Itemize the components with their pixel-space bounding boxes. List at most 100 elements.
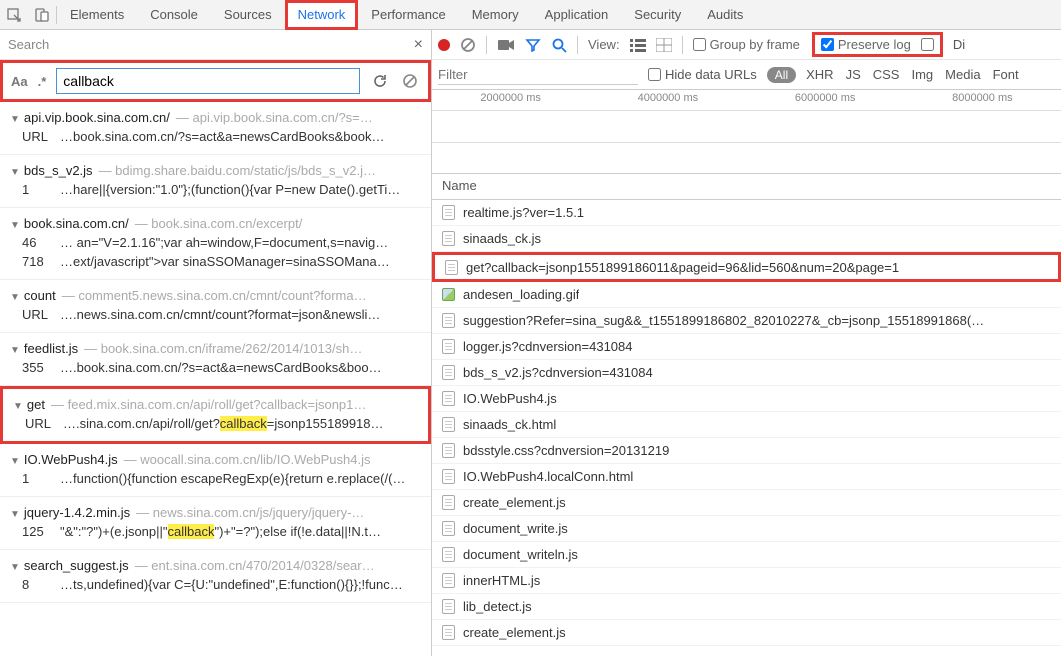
search-title: Search [8, 37, 49, 52]
search-input[interactable] [56, 68, 360, 94]
hit-text: ….news.sina.com.cn/cmnt/count?format=jso… [60, 307, 380, 322]
camera-icon[interactable] [497, 38, 515, 52]
regex-toggle[interactable]: .* [38, 74, 47, 89]
search-result-group[interactable]: ▼jquery-1.4.2.min.js — news.sina.com.cn/… [0, 497, 431, 550]
document-file-icon [442, 313, 455, 328]
search-result-group[interactable]: ▼count — comment5.news.sina.com.cn/cmnt/… [0, 280, 431, 333]
result-file: book.sina.com.cn/ [24, 216, 129, 231]
request-row[interactable]: logger.js?cdnversion=431084 [432, 334, 1061, 360]
search-hit[interactable]: URL…book.sina.com.cn/?s=act&a=newsCardBo… [0, 127, 431, 146]
request-name: sinaads_ck.js [463, 231, 541, 246]
filter-input[interactable] [438, 65, 638, 85]
hide-data-urls-checkbox[interactable]: Hide data URLs [648, 67, 757, 82]
tab-security[interactable]: Security [621, 0, 694, 30]
request-name: logger.js?cdnversion=431084 [463, 339, 633, 354]
tab-performance[interactable]: Performance [358, 0, 458, 30]
preserve-log-checkbox[interactable]: Preserve log [821, 37, 911, 52]
record-button[interactable] [438, 39, 450, 51]
tab-sources[interactable]: Sources [211, 0, 285, 30]
search-hit[interactable]: 355….book.sina.com.cn/?s=act&a=newsCardB… [0, 358, 431, 377]
devtools-topbar: ElementsConsoleSourcesNetworkPerformance… [0, 0, 1061, 30]
search-icon[interactable] [551, 37, 567, 53]
type-filter-css[interactable]: CSS [873, 67, 900, 82]
request-row[interactable]: suggestion?Refer=sina_sug&&_t15518991868… [432, 308, 1061, 334]
search-hit[interactable]: 8 …ts,undefined){var C={U:"undefined",E:f… [0, 575, 431, 594]
request-row[interactable]: get?callback=jsonp1551899186011&pageid=9… [432, 252, 1061, 282]
search-result-group[interactable]: ▼book.sina.com.cn/ — book.sina.com.cn/ex… [0, 208, 431, 280]
type-filter-media[interactable]: Media [945, 67, 980, 82]
search-hit[interactable]: 1…hare||{version:"1.0"};(function(){var … [0, 180, 431, 199]
type-filter-font[interactable]: Font [993, 67, 1019, 82]
request-row[interactable]: lib_detect.js [432, 594, 1061, 620]
request-row[interactable]: sinaads_ck.html [432, 412, 1061, 438]
view-grid-icon[interactable] [656, 38, 672, 52]
extra-checkbox[interactable] [921, 38, 934, 51]
search-result-group[interactable]: ▼feedlist.js — book.sina.com.cn/iframe/2… [0, 333, 431, 386]
request-name: sinaads_ck.html [463, 417, 556, 432]
line-number: URL [22, 307, 52, 322]
refresh-icon[interactable] [370, 71, 390, 91]
match-case-toggle[interactable]: Aa [11, 74, 28, 89]
close-icon[interactable]: × [414, 36, 423, 54]
type-filter-xhr[interactable]: XHR [806, 67, 833, 82]
request-row[interactable]: sinaads_ck.js [432, 226, 1061, 252]
request-row[interactable]: document_write.js [432, 516, 1061, 542]
search-result-group[interactable]: ▼bds_s_v2.js — bdimg.share.baidu.com/sta… [0, 155, 431, 208]
result-file: get [27, 397, 45, 412]
search-hit[interactable]: 46… an="V=2.1.16";var ah=window,F=docume… [0, 233, 431, 252]
image-file-icon [442, 288, 455, 301]
tab-memory[interactable]: Memory [459, 0, 532, 30]
type-filter-img[interactable]: Img [911, 67, 933, 82]
filter-icon[interactable] [525, 37, 541, 53]
request-row[interactable]: realtime.js?ver=1.5.1 [432, 200, 1061, 226]
search-result-group[interactable]: ▼IO.WebPush4.js — woocall.sina.com.cn/li… [0, 444, 431, 497]
filter-row: Hide data URLs All XHR JS CSS Img Media Font [432, 60, 1061, 90]
chevron-down-icon: ▼ [10, 509, 20, 520]
tab-application[interactable]: Application [532, 0, 622, 30]
search-hit[interactable]: URL….sina.com.cn/api/roll/get?callback=j… [3, 414, 428, 433]
hit-text: …ts,undefined){var C={U:"undefined",E:fu… [60, 577, 403, 592]
request-row[interactable]: IO.WebPush4.localConn.html [432, 464, 1061, 490]
result-file: count [24, 288, 56, 303]
chevron-down-icon: ▼ [13, 401, 23, 412]
hit-text: ….book.sina.com.cn/?s=act&a=newsCardBook… [60, 360, 382, 375]
timeline-tick: 2000000 ms [480, 92, 541, 104]
device-icon[interactable] [28, 0, 56, 30]
request-row[interactable]: document_writeln.js [432, 542, 1061, 568]
tab-network[interactable]: Network [285, 0, 359, 30]
clear-icon[interactable] [460, 37, 476, 53]
view-list-icon[interactable] [630, 38, 646, 52]
tab-audits[interactable]: Audits [694, 0, 756, 30]
search-hit[interactable]: 1…function(){function escapeRegExp(e){re… [0, 469, 431, 488]
result-path: — bdimg.share.baidu.com/static/js/bds_s_… [99, 163, 376, 178]
type-filter-js[interactable]: JS [846, 67, 861, 82]
request-row[interactable]: bds_s_v2.js?cdnversion=431084 [432, 360, 1061, 386]
column-header-name[interactable]: Name [432, 174, 1061, 200]
request-row[interactable]: create_element.js [432, 620, 1061, 646]
search-hit[interactable]: 125"&":"?")+(e.jsonp||"callback")+"=?");… [0, 522, 431, 541]
search-hit[interactable]: URL ….news.sina.com.cn/cmnt/count?format=… [0, 305, 431, 324]
request-row[interactable]: IO.WebPush4.js [432, 386, 1061, 412]
inspect-icon[interactable] [0, 0, 28, 30]
result-path: — feed.mix.sina.com.cn/api/roll/get?call… [51, 397, 366, 412]
request-row[interactable]: innerHTML.js [432, 568, 1061, 594]
type-all-pill[interactable]: All [767, 67, 796, 83]
group-by-frame-checkbox[interactable]: Group by frame [693, 37, 800, 52]
request-row[interactable]: create_element.js [432, 490, 1061, 516]
chevron-down-icon: ▼ [10, 562, 20, 573]
request-name: andesen_loading.gif [463, 287, 579, 302]
search-result-group[interactable]: ▼search_suggest.js — ent.sina.com.cn/470… [0, 550, 431, 603]
search-result-group[interactable]: ▼ get — feed.mix.sina.com.cn/api/roll/get… [0, 386, 431, 444]
tab-elements[interactable]: Elements [57, 0, 137, 30]
tab-console[interactable]: Console [137, 0, 211, 30]
request-name: IO.WebPush4.localConn.html [463, 469, 633, 484]
search-hit[interactable]: 718…ext/javascript">var sinaSSOManager=s… [0, 252, 431, 271]
search-result-group[interactable]: ▼api.vip.book.sina.com.cn/ — api.vip.boo… [0, 102, 431, 155]
document-file-icon [442, 625, 455, 640]
line-number: 8 [22, 577, 52, 592]
clear-icon[interactable] [400, 71, 420, 91]
request-row[interactable]: andesen_loading.gif [432, 282, 1061, 308]
request-row[interactable]: bdsstyle.css?cdnversion=20131219 [432, 438, 1061, 464]
hit-text: …hare||{version:"1.0"};(function(){var P… [60, 182, 400, 197]
timeline-overview[interactable]: 2000000 ms4000000 ms6000000 ms8000000 ms [432, 90, 1061, 174]
